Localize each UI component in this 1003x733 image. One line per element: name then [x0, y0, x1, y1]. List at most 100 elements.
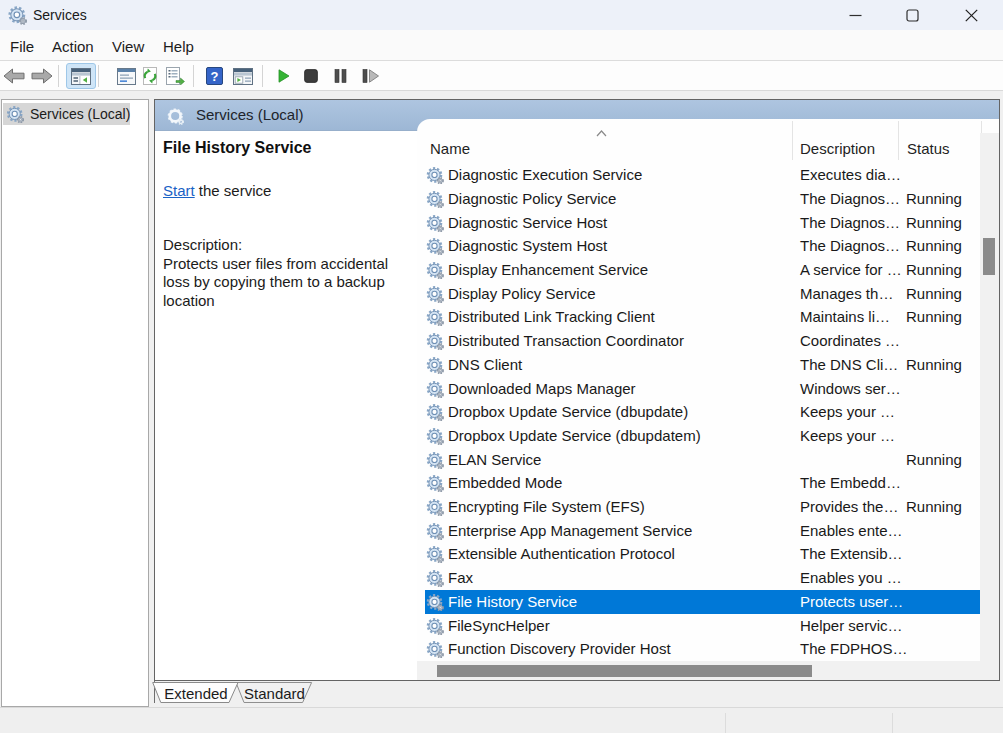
svg-text:?: ?	[210, 69, 218, 84]
minimize-button[interactable]	[826, 0, 884, 30]
forward-button[interactable]	[28, 63, 56, 89]
table-row[interactable]: Diagnostic Service HostThe Diagnos…Runni…	[425, 211, 980, 235]
menu-item-action[interactable]: Action	[52, 32, 94, 62]
table-row[interactable]: Dropbox Update Service (dbupdatem)Keeps …	[425, 424, 980, 448]
service-name-cell: FileSyncHelper	[448, 614, 550, 638]
vertical-scrollbar[interactable]	[980, 133, 1000, 661]
maximize-icon	[906, 9, 919, 22]
service-status-cell: Running	[906, 187, 962, 211]
results-header-title: Services (Local)	[196, 100, 304, 129]
start-service-link[interactable]: Start	[163, 182, 195, 199]
table-row[interactable]: Diagnostic Execution ServiceExecutes dia…	[425, 163, 980, 187]
pause-service-button[interactable]	[326, 63, 354, 89]
show-console-tree-icon	[71, 68, 91, 85]
close-icon	[965, 9, 978, 22]
column-separator	[792, 121, 793, 160]
tab-standard[interactable]: Standard	[244, 686, 305, 702]
table-row[interactable]: Function Discovery Provider HostThe FDPH…	[425, 637, 980, 661]
service-name-cell: Diagnostic Policy Service	[448, 187, 616, 211]
column-header-description[interactable]: Description	[800, 139, 875, 158]
service-action-line: Start the service	[163, 181, 271, 200]
service-description-cell: Protects user…	[800, 590, 903, 614]
service-gear-icon	[426, 261, 444, 279]
service-status-cell: Running	[906, 495, 962, 519]
service-gear-icon	[426, 380, 444, 398]
table-row[interactable]: Distributed Link Tracking ClientMaintain…	[425, 305, 980, 329]
service-name-cell: Display Enhancement Service	[448, 258, 648, 282]
back-icon	[3, 68, 25, 84]
statusbar-divider	[725, 713, 726, 733]
restart-service-icon	[362, 69, 379, 83]
titlebar[interactable]: Services	[0, 0, 1003, 30]
table-row[interactable]: Extensible Authentication Protocol The Ex…	[425, 542, 980, 566]
service-gear-icon	[426, 498, 444, 516]
export-list-button[interactable]	[161, 63, 189, 89]
service-rows: Diagnostic Execution ServiceExecutes dia…	[425, 163, 980, 661]
show-console-tree-button[interactable]	[66, 63, 96, 89]
table-row-selected[interactable]: File History Service Protects user…	[425, 590, 980, 614]
table-row[interactable]: Distributed Transaction CoordinatorCoord…	[425, 329, 980, 353]
restart-service-button[interactable]	[356, 63, 384, 89]
column-header-name[interactable]: Name	[430, 139, 470, 158]
help-icon: ?	[206, 67, 223, 85]
service-name-cell: Fax	[448, 566, 473, 590]
maximize-button[interactable]	[884, 0, 941, 30]
back-button[interactable]	[0, 63, 28, 89]
table-row[interactable]: DNS ClientThe DNS Cli…Running	[425, 353, 980, 377]
service-description-cell: The Extensib…	[800, 542, 903, 566]
menu-item-file[interactable]: File	[10, 32, 34, 62]
service-description-cell: Maintains li…	[800, 305, 890, 329]
horizontal-scrollbar-thumb[interactable]	[437, 665, 812, 677]
vertical-scrollbar-thumb[interactable]	[983, 238, 995, 275]
service-description-cell: Enables ente…	[800, 519, 903, 543]
service-description: Description:Protects user files from acc…	[163, 236, 403, 311]
service-description-cell: Keeps your …	[800, 424, 895, 448]
service-name-cell: File History Service	[448, 590, 577, 614]
tab-extended[interactable]: Extended	[164, 686, 227, 702]
service-gear-icon	[426, 332, 444, 350]
column-header-status[interactable]: Status	[907, 139, 950, 158]
service-name-cell: Embedded Mode	[448, 471, 562, 495]
menubar: File Action View Help	[0, 30, 1003, 61]
table-row[interactable]: Encrypting File System (EFS)Provides the…	[425, 495, 980, 519]
menu-item-help[interactable]: Help	[163, 32, 194, 62]
service-description-cell: Helper servic…	[800, 614, 903, 638]
service-name-cell: DNS Client	[448, 353, 522, 377]
table-row[interactable]: ELAN ServiceRunning	[425, 448, 980, 472]
service-name-cell: Diagnostic System Host	[448, 234, 607, 258]
close-button[interactable]	[941, 0, 1001, 30]
service-description-cell: Windows ser…	[800, 377, 901, 401]
help-button[interactable]: ?	[200, 63, 228, 89]
table-row[interactable]: Dropbox Update Service (dbupdate)Keeps y…	[425, 400, 980, 424]
show-action-pane-button[interactable]	[229, 63, 257, 89]
table-row[interactable]: Diagnostic System HostThe Diagnos…Runnin…	[425, 234, 980, 258]
stop-service-button[interactable]	[297, 63, 325, 89]
services-window: Services File Action View Help	[0, 0, 1003, 733]
sort-ascending-icon	[596, 130, 607, 137]
service-status-cell: Running	[906, 448, 962, 472]
table-row[interactable]: Display Policy ServiceManages th…Running	[425, 282, 980, 306]
table-row[interactable]: FaxEnables you …	[425, 566, 980, 590]
start-service-button[interactable]	[270, 63, 298, 89]
tree-item-services-local[interactable]: Services (Local)	[3, 103, 130, 125]
table-row[interactable]: Embedded ModeThe Embedd…	[425, 471, 980, 495]
service-name-cell: Extensible Authentication Protocol	[448, 542, 675, 566]
service-name-cell: Distributed Transaction Coordinator	[448, 329, 684, 353]
refresh-button[interactable]	[136, 63, 164, 89]
service-description-cell: Keeps your …	[800, 400, 895, 424]
table-row[interactable]: FileSyncHelper Helper servic…	[425, 614, 980, 638]
toolbar-separator	[98, 65, 99, 87]
services-gears-icon	[7, 4, 27, 25]
menu-item-view[interactable]: View	[112, 32, 144, 62]
refresh-icon	[141, 67, 159, 85]
table-row[interactable]: Downloaded Maps ManagerWindows ser…	[425, 377, 980, 401]
service-description-cell: The DNS Cli…	[800, 353, 898, 377]
service-description-cell: The Diagnos…	[800, 234, 900, 258]
service-status-cell: Running	[906, 282, 962, 306]
service-gear-icon	[426, 617, 444, 635]
horizontal-scrollbar[interactable]	[417, 661, 999, 680]
table-row[interactable]: Display Enhancement ServiceA service for…	[425, 258, 980, 282]
service-name-cell: Diagnostic Execution Service	[448, 163, 642, 187]
table-row[interactable]: Enterprise App Management ServiceEnables…	[425, 519, 980, 543]
table-row[interactable]: Diagnostic Policy ServiceThe Diagnos…Run…	[425, 187, 980, 211]
